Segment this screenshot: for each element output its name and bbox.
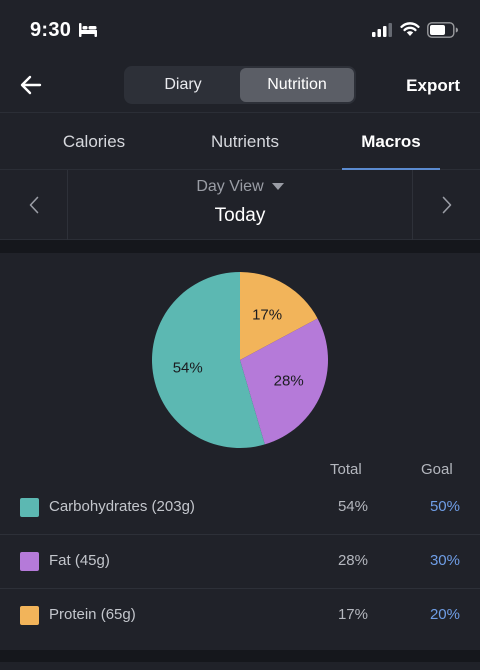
chevron-right-icon bbox=[442, 196, 451, 214]
top-nav: Diary Nutrition Export bbox=[0, 60, 480, 112]
day-mode-text: Day View bbox=[196, 178, 264, 195]
back-button[interactable] bbox=[14, 68, 48, 102]
macro-row-fat: Fat (45g) 28% 30% bbox=[0, 535, 480, 589]
day-selector: Day View Today bbox=[0, 170, 480, 240]
macros-pie-chart: 17% 28% 54% bbox=[152, 272, 328, 448]
previous-day-button[interactable] bbox=[0, 170, 68, 240]
macro-row-protein: Protein (65g) 17% 20% bbox=[0, 589, 480, 643]
protein-swatch bbox=[20, 606, 39, 625]
tab-nutrients[interactable]: Nutrients bbox=[190, 113, 300, 171]
macro-goal: 50% bbox=[429, 498, 460, 515]
next-day-button[interactable] bbox=[412, 170, 480, 240]
arrow-left-icon bbox=[20, 75, 42, 95]
day-view-dropdown[interactable]: Day View Today bbox=[68, 170, 412, 240]
macro-label: Protein (65g) bbox=[49, 606, 136, 623]
total-column-header: Total bbox=[330, 461, 362, 478]
next-card-edge bbox=[0, 662, 480, 670]
pie-label-carbohydrates: 54% bbox=[173, 360, 203, 377]
tab-bar: Calories Nutrients Macros bbox=[0, 112, 480, 171]
macro-label: Fat (45g) bbox=[49, 552, 110, 569]
status-time: 9:30 bbox=[30, 19, 72, 41]
day-value: Today bbox=[214, 205, 266, 226]
segment-nutrition[interactable]: Nutrition bbox=[240, 68, 354, 102]
tab-calories[interactable]: Calories bbox=[40, 113, 148, 171]
carbohydrates-swatch bbox=[20, 498, 39, 517]
battery-icon bbox=[427, 22, 458, 38]
goal-column-header: Goal bbox=[421, 461, 453, 478]
segment-diary[interactable]: Diary bbox=[126, 68, 240, 102]
export-button[interactable]: Export bbox=[406, 76, 460, 96]
bed-icon bbox=[79, 23, 97, 37]
day-mode-label: Day View bbox=[68, 178, 412, 196]
macro-label: Carbohydrates (203g) bbox=[49, 498, 195, 515]
tab-macros[interactable]: Macros bbox=[342, 113, 440, 171]
status-bar: 9:30 bbox=[0, 0, 480, 60]
bottom-divider bbox=[0, 650, 480, 670]
macro-total: 17% bbox=[337, 606, 368, 623]
macro-total: 28% bbox=[337, 552, 368, 569]
section-divider bbox=[0, 240, 480, 253]
pie-label-protein: 17% bbox=[252, 307, 282, 324]
view-segmented-control: Diary Nutrition bbox=[124, 66, 356, 104]
chevron-left-icon bbox=[29, 196, 38, 214]
macro-row-carbohydrates: Carbohydrates (203g) 54% 50% bbox=[0, 481, 480, 535]
caret-down-icon bbox=[271, 183, 284, 191]
fat-swatch bbox=[20, 552, 39, 571]
macro-total: 54% bbox=[337, 498, 368, 515]
wifi-icon bbox=[400, 22, 420, 36]
pie-label-fat: 28% bbox=[274, 372, 304, 389]
macros-card: 17% 28% 54% Total Goal Carbohydrates (203g… bbox=[0, 253, 480, 650]
macro-goal: 30% bbox=[429, 552, 460, 569]
signal-icon bbox=[372, 23, 392, 37]
macro-goal: 20% bbox=[429, 606, 460, 623]
